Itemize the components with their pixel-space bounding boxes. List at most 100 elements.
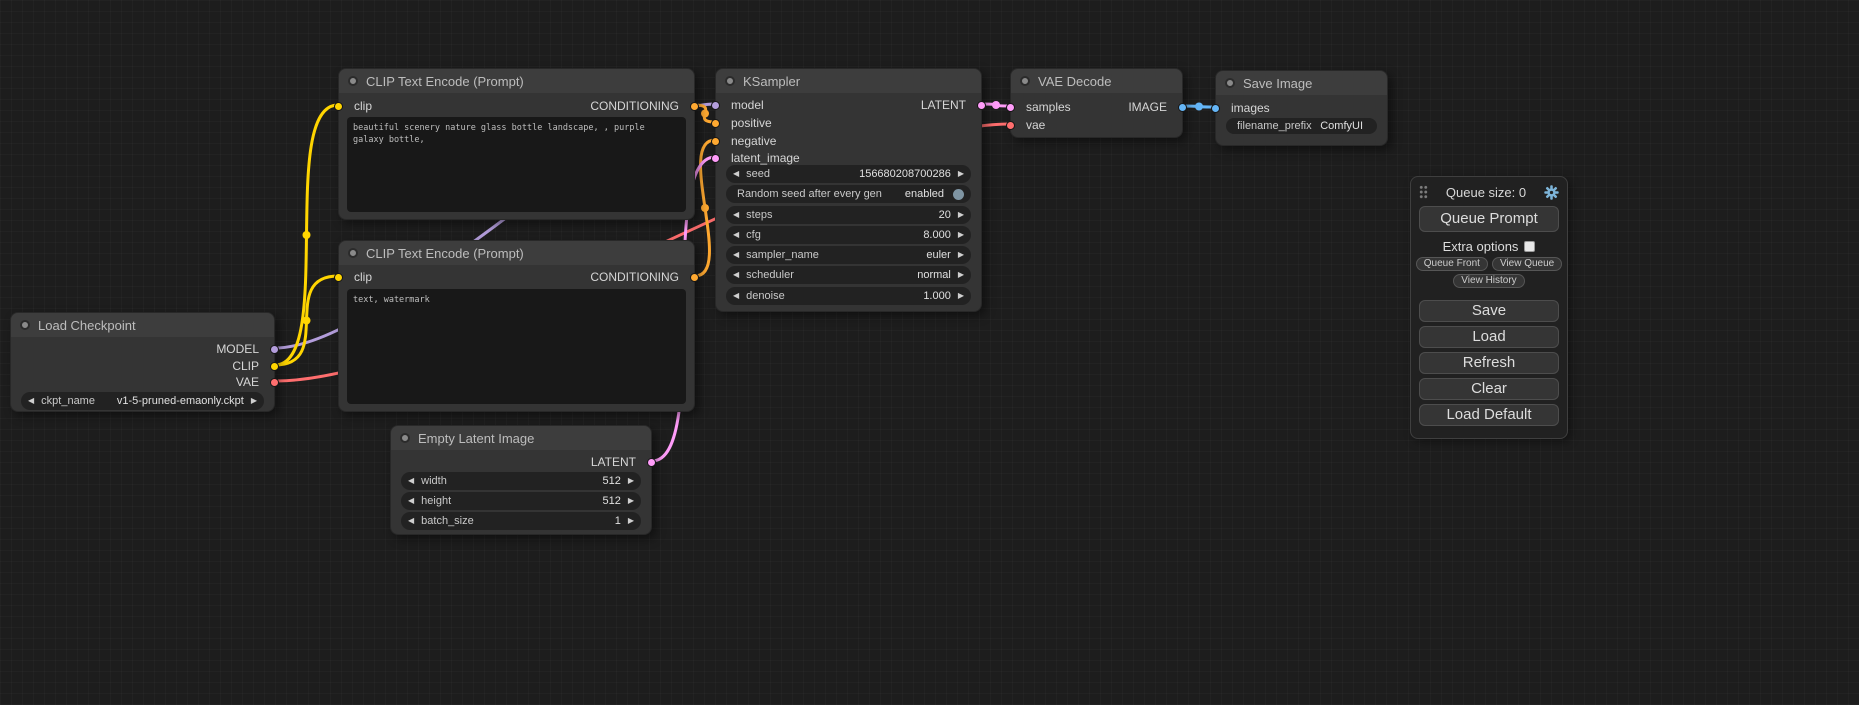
images-input-port[interactable] xyxy=(1211,104,1220,113)
model-output-port[interactable] xyxy=(270,345,279,354)
cfg-widget[interactable]: cfg 8.000 xyxy=(726,226,971,244)
decrement-arrow-icon[interactable] xyxy=(408,472,414,490)
ckpt-name-widget[interactable]: ckpt_name v1-5-pruned-emaonly.ckpt xyxy=(21,392,264,410)
decrement-arrow-icon[interactable] xyxy=(733,165,739,183)
random-seed-toggle-widget[interactable]: Random seed after every gen enabled xyxy=(726,185,971,203)
model-input-port[interactable] xyxy=(711,101,720,110)
seed-widget[interactable]: seed 156680208700286 xyxy=(726,165,971,183)
node-ksampler[interactable]: KSampler model LATENT positive negative … xyxy=(715,68,982,312)
increment-arrow-icon[interactable] xyxy=(958,266,964,284)
node-title: Empty Latent Image xyxy=(418,431,534,446)
decrement-arrow-icon[interactable] xyxy=(733,246,739,264)
node-save-image[interactable]: Save Image images filename_prefix ComfyU… xyxy=(1215,70,1388,146)
denoise-widget[interactable]: denoise 1.000 xyxy=(726,287,971,305)
vae-output-port[interactable] xyxy=(270,378,279,387)
collapse-dot-icon[interactable] xyxy=(348,76,358,86)
width-widget[interactable]: width 512 xyxy=(401,472,641,490)
node-graph-canvas[interactable]: Load Checkpoint MODEL CLIP VAE ckpt_name… xyxy=(0,0,1859,705)
collapse-dot-icon[interactable] xyxy=(348,248,358,258)
conditioning-output-port[interactable] xyxy=(690,273,699,282)
widget-value[interactable]: 156680208700286 xyxy=(770,168,951,180)
collapse-dot-icon[interactable] xyxy=(400,433,410,443)
collapse-dot-icon[interactable] xyxy=(20,320,30,330)
node-titlebar[interactable]: CLIP Text Encode (Prompt) xyxy=(339,241,694,265)
latent-output-slot: LATENT xyxy=(591,454,651,470)
scheduler-widget[interactable]: scheduler normal xyxy=(726,266,971,284)
node-clip-text-encode-negative[interactable]: CLIP Text Encode (Prompt) clip CONDITION… xyxy=(338,240,695,412)
positive-prompt-textarea[interactable]: beautiful scenery nature glass bottle la… xyxy=(347,117,686,212)
samples-input-port[interactable] xyxy=(1006,103,1015,112)
queue-front-button[interactable]: Queue Front xyxy=(1416,257,1488,271)
increment-arrow-icon[interactable] xyxy=(958,287,964,305)
decrement-arrow-icon[interactable] xyxy=(733,206,739,224)
widget-value[interactable]: 20 xyxy=(772,209,950,221)
extra-options-checkbox[interactable] xyxy=(1524,241,1535,252)
increment-arrow-icon[interactable] xyxy=(958,246,964,264)
node-titlebar[interactable]: Save Image xyxy=(1216,71,1387,95)
clip-input-port[interactable] xyxy=(334,273,343,282)
queue-prompt-button[interactable]: Queue Prompt xyxy=(1419,206,1559,232)
conditioning-output-port[interactable] xyxy=(690,102,699,111)
model-input-slot: model xyxy=(716,97,764,113)
collapse-dot-icon[interactable] xyxy=(725,76,735,86)
clear-button[interactable]: Clear xyxy=(1419,378,1559,400)
decrement-arrow-icon[interactable] xyxy=(733,266,739,284)
positive-input-port[interactable] xyxy=(711,119,720,128)
node-vae-decode[interactable]: VAE Decode samples IMAGE vae xyxy=(1010,68,1183,138)
image-output-port[interactable] xyxy=(1178,103,1187,112)
latent-output-port[interactable] xyxy=(977,101,986,110)
node-titlebar[interactable]: KSampler xyxy=(716,69,981,93)
node-titlebar[interactable]: Load Checkpoint xyxy=(11,313,274,337)
increment-arrow-icon[interactable] xyxy=(958,206,964,224)
widget-value[interactable]: v1-5-pruned-emaonly.ckpt xyxy=(95,395,244,407)
clip-output-port[interactable] xyxy=(270,362,279,371)
toggle-knob-icon[interactable] xyxy=(953,189,964,200)
decrement-arrow-icon[interactable] xyxy=(733,287,739,305)
widget-value[interactable]: ComfyUI xyxy=(1312,120,1363,132)
node-titlebar[interactable]: CLIP Text Encode (Prompt) xyxy=(339,69,694,93)
latent-image-input-port[interactable] xyxy=(711,154,720,163)
sampler-name-widget[interactable]: sampler_name euler xyxy=(726,246,971,264)
view-history-button[interactable]: View History xyxy=(1453,274,1524,288)
collapse-dot-icon[interactable] xyxy=(1020,76,1030,86)
batch-size-widget[interactable]: batch_size 1 xyxy=(401,512,641,530)
negative-prompt-textarea[interactable]: text, watermark xyxy=(347,289,686,404)
collapse-dot-icon[interactable] xyxy=(1225,78,1235,88)
decrement-arrow-icon[interactable] xyxy=(408,492,414,510)
vae-input-port[interactable] xyxy=(1006,121,1015,130)
increment-arrow-icon[interactable] xyxy=(958,226,964,244)
node-empty-latent-image[interactable]: Empty Latent Image LATENT width 512 heig… xyxy=(390,425,652,535)
decrement-arrow-icon[interactable] xyxy=(733,226,739,244)
view-queue-button[interactable]: View Queue xyxy=(1492,257,1562,271)
height-widget[interactable]: height 512 xyxy=(401,492,641,510)
increment-arrow-icon[interactable] xyxy=(628,512,634,530)
widget-value[interactable]: 512 xyxy=(447,475,621,487)
widget-value[interactable]: 1.000 xyxy=(785,290,951,302)
decrement-arrow-icon[interactable] xyxy=(408,512,414,530)
widget-value[interactable]: euler xyxy=(819,249,951,261)
decrement-arrow-icon[interactable] xyxy=(28,392,34,410)
load-default-button[interactable]: Load Default xyxy=(1419,404,1559,426)
negative-input-port[interactable] xyxy=(711,137,720,146)
increment-arrow-icon[interactable] xyxy=(251,392,257,410)
widget-value[interactable]: 8.000 xyxy=(761,229,951,241)
increment-arrow-icon[interactable] xyxy=(628,472,634,490)
node-clip-text-encode-positive[interactable]: CLIP Text Encode (Prompt) clip CONDITION… xyxy=(338,68,695,220)
refresh-button[interactable]: Refresh xyxy=(1419,352,1559,374)
load-button[interactable]: Load xyxy=(1419,326,1559,348)
increment-arrow-icon[interactable] xyxy=(628,492,634,510)
drag-handle-icon[interactable] xyxy=(1419,185,1428,199)
clip-input-port[interactable] xyxy=(334,102,343,111)
widget-value[interactable]: normal xyxy=(794,269,951,281)
widget-value[interactable]: 512 xyxy=(451,495,621,507)
filename-prefix-widget[interactable]: filename_prefix ComfyUI xyxy=(1226,118,1377,134)
increment-arrow-icon[interactable] xyxy=(958,165,964,183)
widget-value[interactable]: 1 xyxy=(474,515,621,527)
node-load-checkpoint[interactable]: Load Checkpoint MODEL CLIP VAE ckpt_name… xyxy=(10,312,275,412)
node-titlebar[interactable]: VAE Decode xyxy=(1011,69,1182,93)
save-button[interactable]: Save xyxy=(1419,300,1559,322)
steps-widget[interactable]: steps 20 xyxy=(726,206,971,224)
settings-gear-icon[interactable] xyxy=(1544,185,1559,200)
node-titlebar[interactable]: Empty Latent Image xyxy=(391,426,651,450)
latent-output-port[interactable] xyxy=(647,458,656,467)
